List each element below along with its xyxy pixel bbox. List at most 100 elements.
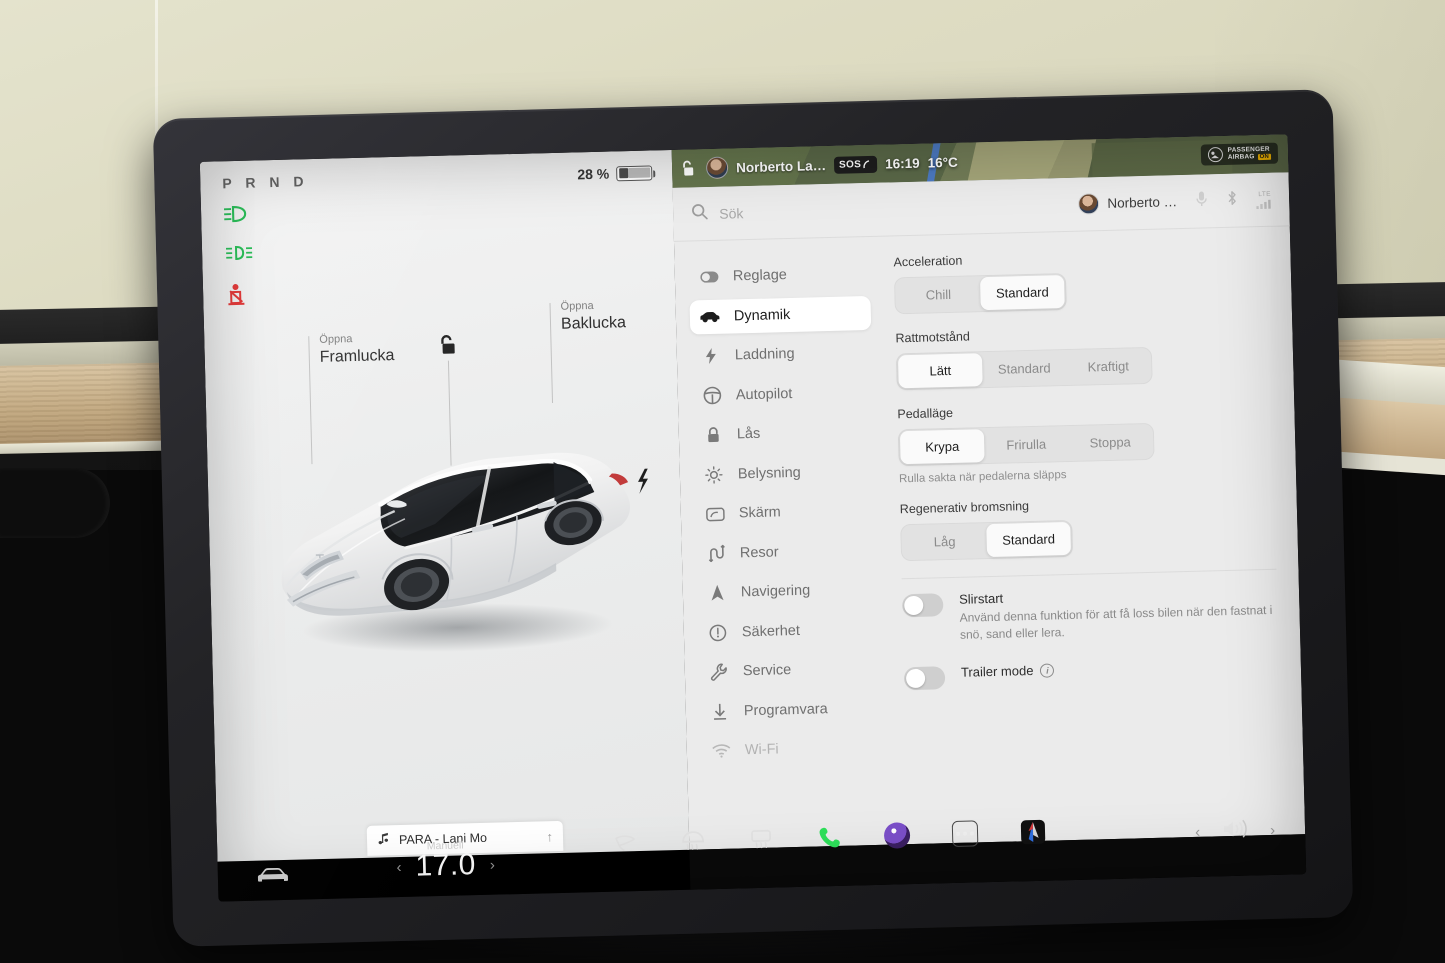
regen-setting: Regenerativ bromsning Låg Standard bbox=[899, 493, 1276, 562]
padlock-icon bbox=[703, 426, 723, 445]
sidebar-item-dynamik[interactable]: Dynamik bbox=[689, 295, 872, 335]
pedal-segmented-control[interactable]: Krypa Frirulla Stoppa bbox=[897, 422, 1155, 467]
callout-rear-trunk[interactable]: Öppna Baklucka bbox=[549, 299, 627, 404]
sidebar-item-las[interactable]: Lås bbox=[692, 414, 874, 453]
search-icon bbox=[691, 203, 709, 225]
sidebar-item-skarm[interactable]: Skärm bbox=[694, 493, 876, 532]
callout-front-trunk-label: Framlucka bbox=[319, 346, 395, 366]
unlocked-padlock-icon[interactable] bbox=[680, 159, 698, 177]
chevron-up-icon[interactable]: ↑ bbox=[546, 829, 553, 844]
acceleration-option-chill[interactable]: Chill bbox=[896, 277, 981, 312]
pedal-title: Pedalläge bbox=[897, 405, 954, 422]
battery-percent-label: 28 % bbox=[577, 165, 610, 183]
regen-option-standard[interactable]: Standard bbox=[986, 521, 1072, 558]
sidebar-item-service[interactable]: Service bbox=[698, 651, 880, 690]
sidebar-item-label: Navigering bbox=[740, 582, 811, 601]
driver-avatar[interactable] bbox=[705, 156, 729, 180]
callout-front-trunk[interactable]: Öppna Framlucka bbox=[308, 332, 395, 465]
acceleration-title: Acceleration bbox=[893, 253, 963, 270]
seatbelt-warning-icon bbox=[225, 283, 248, 308]
acceleration-option-standard[interactable]: Standard bbox=[979, 275, 1065, 311]
account-button[interactable]: Norberto … bbox=[1078, 191, 1178, 215]
more-apps-icon[interactable] bbox=[951, 820, 979, 848]
display-screen-icon bbox=[705, 506, 725, 522]
steering-option-kraftigt[interactable]: Kraftigt bbox=[1066, 349, 1151, 384]
slip-start-toggle[interactable] bbox=[901, 593, 944, 618]
temperature-increase-button[interactable]: › bbox=[490, 856, 495, 873]
sidebar-item-wifi[interactable]: Wi-Fi bbox=[700, 730, 882, 769]
toggle-switch-icon bbox=[699, 271, 719, 284]
car-front-icon[interactable] bbox=[256, 864, 291, 892]
sidebar-item-label: Laddning bbox=[734, 345, 795, 364]
steering-option-latt[interactable]: Lätt bbox=[897, 353, 983, 389]
volume-control[interactable]: ‹ › bbox=[1195, 817, 1276, 846]
steering-title: Rattmotstånd bbox=[895, 329, 970, 346]
account-name-label: Norberto … bbox=[1107, 194, 1178, 211]
acceleration-setting: Acceleration Chill Standard bbox=[893, 246, 1269, 315]
wiper-icon[interactable] bbox=[612, 829, 639, 856]
sidebar-item-laddning[interactable]: Laddning bbox=[690, 335, 872, 374]
sos-button[interactable]: SOS bbox=[833, 155, 878, 174]
regen-segmented-control[interactable]: Låg Standard bbox=[900, 519, 1074, 562]
volume-increase-button[interactable]: › bbox=[1270, 822, 1275, 839]
slip-start-row[interactable]: Slirstart Använd denna funktion för att … bbox=[901, 584, 1278, 645]
acceleration-segmented-control[interactable]: Chill Standard bbox=[893, 273, 1067, 315]
section-divider bbox=[901, 568, 1277, 580]
info-circle-icon[interactable]: i bbox=[1040, 663, 1055, 678]
screen-display: P R N D 28 % Öppna Framlucka Öppna Baklu… bbox=[199, 134, 1307, 902]
trailer-mode-title: Trailer mode bbox=[960, 663, 1034, 680]
sidebar-item-belysning[interactable]: Belysning bbox=[693, 453, 875, 492]
account-avatar bbox=[1078, 193, 1100, 215]
sidebar-item-autopilot[interactable]: Autopilot bbox=[691, 374, 873, 413]
temperature-decrease-button[interactable]: ‹ bbox=[396, 859, 401, 876]
sidebar-item-label: Autopilot bbox=[735, 385, 793, 403]
pedal-option-stoppa[interactable]: Stoppa bbox=[1068, 425, 1153, 460]
steering-segmented-control[interactable]: Lätt Standard Kraftigt bbox=[895, 346, 1153, 391]
battery-status[interactable]: 28 % bbox=[577, 164, 653, 183]
tesla-touchscreen-unit: P R N D 28 % Öppna Framlucka Öppna Baklu… bbox=[152, 89, 1354, 947]
microphone-icon[interactable] bbox=[1195, 190, 1209, 212]
regen-option-lag[interactable]: Låg bbox=[902, 524, 987, 559]
sidebar-item-label: Reglage bbox=[732, 267, 788, 285]
sidebar-item-resor[interactable]: Resor bbox=[695, 532, 877, 571]
sidebar-item-navigering[interactable]: Navigering bbox=[696, 572, 878, 611]
battery-icon bbox=[616, 164, 653, 181]
road-trip-icon bbox=[706, 544, 726, 563]
navigation-arrow-icon bbox=[707, 584, 727, 603]
steering-option-standard[interactable]: Standard bbox=[982, 351, 1067, 386]
regen-title: Regenerativ bromsning bbox=[899, 499, 1030, 517]
speaker-volume-icon[interactable] bbox=[1222, 818, 1249, 846]
phone-icon[interactable] bbox=[816, 824, 843, 851]
lightning-bolt-icon bbox=[701, 347, 721, 366]
sidebar-item-reglage[interactable]: Reglage bbox=[688, 256, 870, 295]
trailer-mode-row[interactable]: Trailer mode i bbox=[903, 657, 1279, 691]
front-defrost-icon[interactable] bbox=[680, 827, 707, 854]
fog-light-icon bbox=[224, 245, 254, 262]
trailer-mode-toggle[interactable] bbox=[903, 666, 946, 691]
pedal-option-krypa[interactable]: Krypa bbox=[899, 429, 985, 465]
sidebar-item-label: Service bbox=[742, 662, 792, 680]
air-vent bbox=[0, 468, 110, 538]
passenger-airbag-indicator: PASSENGER AIRBAG ON bbox=[1200, 142, 1279, 166]
lte-label: LTE bbox=[1258, 190, 1272, 198]
wifi-icon bbox=[711, 744, 731, 759]
callout-rear-trunk-label: Baklucka bbox=[560, 313, 627, 333]
vehicle-3d-render[interactable] bbox=[252, 401, 658, 671]
climate-temperature-control[interactable]: Manuell ‹ 17.0 › bbox=[365, 838, 526, 885]
drive-visualization-panel: P R N D 28 % Öppna Framlucka Öppna Baklu… bbox=[199, 149, 690, 862]
unlocked-padlock-icon[interactable] bbox=[436, 333, 459, 363]
navigation-app-icon[interactable] bbox=[1020, 819, 1047, 846]
bluetooth-icon[interactable] bbox=[1226, 189, 1239, 211]
rear-defrost-icon[interactable] bbox=[748, 826, 775, 853]
sos-label: SOS bbox=[838, 158, 862, 171]
settings-application: Norberto La… SOS 16:19 16°C PASSENGER AI… bbox=[671, 134, 1307, 890]
settings-content-pane: Acceleration Chill Standard Rattmotstånd… bbox=[879, 227, 1305, 844]
search-input[interactable]: Sök bbox=[691, 193, 1079, 225]
slip-start-description: Använd denna funktion för att få loss bi… bbox=[959, 602, 1273, 642]
camera-app-icon[interactable] bbox=[883, 822, 911, 849]
wrench-icon bbox=[709, 663, 729, 682]
sidebar-item-programvara[interactable]: Programvara bbox=[699, 690, 881, 729]
pedal-option-frirulla[interactable]: Frirulla bbox=[984, 427, 1069, 462]
volume-decrease-button[interactable]: ‹ bbox=[1195, 824, 1200, 841]
sidebar-item-sakerhet[interactable]: Säkerhet bbox=[697, 611, 879, 650]
